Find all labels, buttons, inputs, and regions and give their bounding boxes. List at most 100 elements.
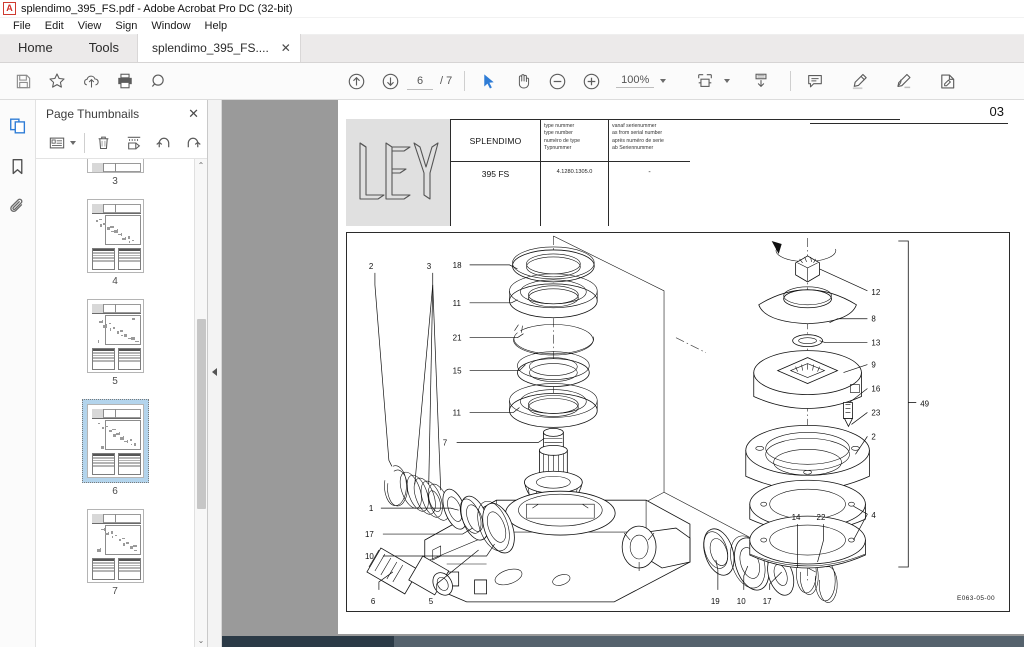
thumbnail-page-number: 4 (112, 276, 118, 287)
tab-document-label: splendimo_395_FS.... (152, 41, 269, 55)
callout-5: 5 (429, 597, 434, 606)
panel-title: Page Thumbnails (46, 107, 140, 121)
horizontal-scrollbar[interactable] (222, 636, 1024, 647)
thumbnail-page-number: 6 (112, 486, 118, 497)
callout-2-right: 2 (871, 432, 876, 441)
stamp-icon[interactable] (930, 64, 964, 98)
type-header-de: Typnummer (544, 145, 572, 152)
thumbnail-frame (86, 159, 144, 173)
callout-11-a: 11 (453, 299, 462, 308)
menu-window[interactable]: Window (144, 18, 197, 35)
menu-file[interactable]: File (6, 18, 38, 35)
panel-splitter[interactable] (208, 100, 222, 647)
chevron-down-icon[interactable] (724, 79, 731, 83)
serial-number-cell: - (609, 162, 690, 226)
page-label: 03 (989, 104, 1004, 119)
document-viewport[interactable]: 03 SPLENDIMO type nummer type number num… (222, 100, 1024, 647)
workspace: Page Thumbnails ✕ 3 4 5 6 7 ⌃ ⌄ 03 SPLEN… (0, 100, 1024, 647)
page-thumbnails-panel: Page Thumbnails ✕ 3 4 5 6 7 ⌃ ⌄ (36, 100, 208, 647)
tab-document[interactable]: splendimo_395_FS.... ✕ (137, 34, 301, 62)
callout-10-right: 10 (737, 597, 746, 606)
thumbnail-partial (86, 159, 144, 173)
callout-49: 49 (920, 399, 929, 408)
zoom-in-icon[interactable] (574, 64, 608, 98)
menu-view[interactable]: View (71, 18, 109, 35)
type-header-fr: numéro de type (544, 137, 581, 144)
navigation-rail (0, 100, 36, 647)
thumbnail-frame (86, 509, 144, 583)
close-icon[interactable]: ✕ (281, 42, 291, 54)
type-number-header-cell: type nummer type number numéro de type T… (541, 120, 609, 161)
callout-23: 23 (871, 408, 880, 417)
serial-number-value: - (648, 169, 651, 176)
thumbnail-frame (86, 199, 144, 273)
tab-tools[interactable]: Tools (71, 34, 137, 62)
tab-home[interactable]: Home (0, 34, 71, 62)
cursor-arrow-icon[interactable] (472, 64, 506, 98)
page-scroll-icon[interactable] (744, 64, 778, 98)
highlight-icon[interactable] (842, 64, 876, 98)
type-number-value: 4.1280.1305.0 (556, 169, 593, 175)
comment-icon[interactable] (798, 64, 832, 98)
close-icon[interactable]: ✕ (188, 106, 199, 122)
thumbnail-page-4[interactable]: 4 (86, 199, 144, 287)
callout-17-right: 17 (763, 597, 772, 606)
attachments-icon[interactable] (3, 189, 33, 223)
callout-12: 12 (871, 288, 880, 297)
hand-icon[interactable] (506, 64, 540, 98)
serial-header-de: ab Seriennummer (612, 145, 654, 152)
exploded-view-drawing: 18 11 21 15 11 7 2 3 1 17 10 6 5 19 10 1… (346, 232, 1010, 612)
star-icon[interactable] (40, 64, 74, 98)
signature-icon[interactable] (886, 64, 920, 98)
bookmarks-icon[interactable] (3, 149, 33, 183)
delete-pages-icon[interactable] (91, 131, 116, 155)
callout-13: 13 (871, 339, 880, 348)
page-total-label: / 7 (440, 75, 453, 87)
menu-sign[interactable]: Sign (108, 18, 144, 35)
cloud-upload-icon[interactable] (74, 64, 108, 98)
save-icon[interactable] (6, 64, 40, 98)
thumbnail-page-3[interactable]: 3 (86, 159, 144, 187)
rotate-left-icon[interactable] (151, 131, 176, 155)
pdf-page: 03 SPLENDIMO type nummer type number num… (338, 100, 1024, 634)
extract-pages-icon[interactable] (121, 131, 146, 155)
page-number-input[interactable] (407, 72, 433, 90)
page-thumbnails-icon[interactable] (3, 109, 33, 143)
callout-22: 22 (817, 513, 826, 522)
thumbnail-size-icon[interactable] (44, 131, 69, 155)
panel-toolbar (36, 128, 207, 159)
fit-page-icon[interactable] (688, 64, 722, 98)
chevron-down-icon[interactable] (70, 141, 76, 145)
thumbnail-page-7[interactable]: 7 (86, 509, 144, 597)
menu-bar: File Edit View Sign Window Help (0, 18, 1024, 35)
scroll-up-arrow[interactable]: ⌃ (195, 159, 207, 172)
thumbnail-frame (86, 299, 144, 373)
scrollbar-thumb[interactable] (197, 319, 206, 509)
menu-help[interactable]: Help (198, 18, 235, 35)
next-page-icon[interactable] (373, 64, 407, 98)
zoom-level-value[interactable]: 100% (616, 74, 655, 88)
callout-7: 7 (443, 438, 448, 447)
callout-9: 9 (871, 361, 876, 370)
zoom-out-icon[interactable] (540, 64, 574, 98)
search-icon[interactable] (142, 64, 176, 98)
thumbnail-image (86, 509, 144, 583)
callout-18: 18 (453, 261, 462, 270)
scroll-down-arrow[interactable]: ⌄ (195, 634, 207, 647)
menu-edit[interactable]: Edit (38, 18, 71, 35)
thumbnail-scrollbar[interactable]: ⌃ ⌄ (194, 159, 207, 647)
thumbnail-page-number: 7 (112, 586, 118, 597)
rotate-right-icon[interactable] (181, 131, 206, 155)
brand-cell: SPLENDIMO (451, 120, 541, 161)
print-icon[interactable] (108, 64, 142, 98)
adobe-acrobat-icon (3, 2, 16, 15)
table-data-row: 395 FS 4.1280.1305.0 - (451, 162, 690, 226)
thumbnail-page-number: 3 (112, 176, 118, 187)
thumbnail-page-5[interactable]: 5 (86, 299, 144, 387)
thumbnail-page-6[interactable]: 6 (81, 399, 149, 497)
collapse-panel-icon[interactable] (212, 368, 217, 376)
previous-page-icon[interactable] (339, 64, 373, 98)
serial-number-header-cell: vanaf serienummer as from serial number … (609, 120, 690, 161)
chevron-down-icon[interactable] (660, 79, 667, 83)
horizontal-scrollbar-thumb[interactable] (394, 636, 1024, 647)
